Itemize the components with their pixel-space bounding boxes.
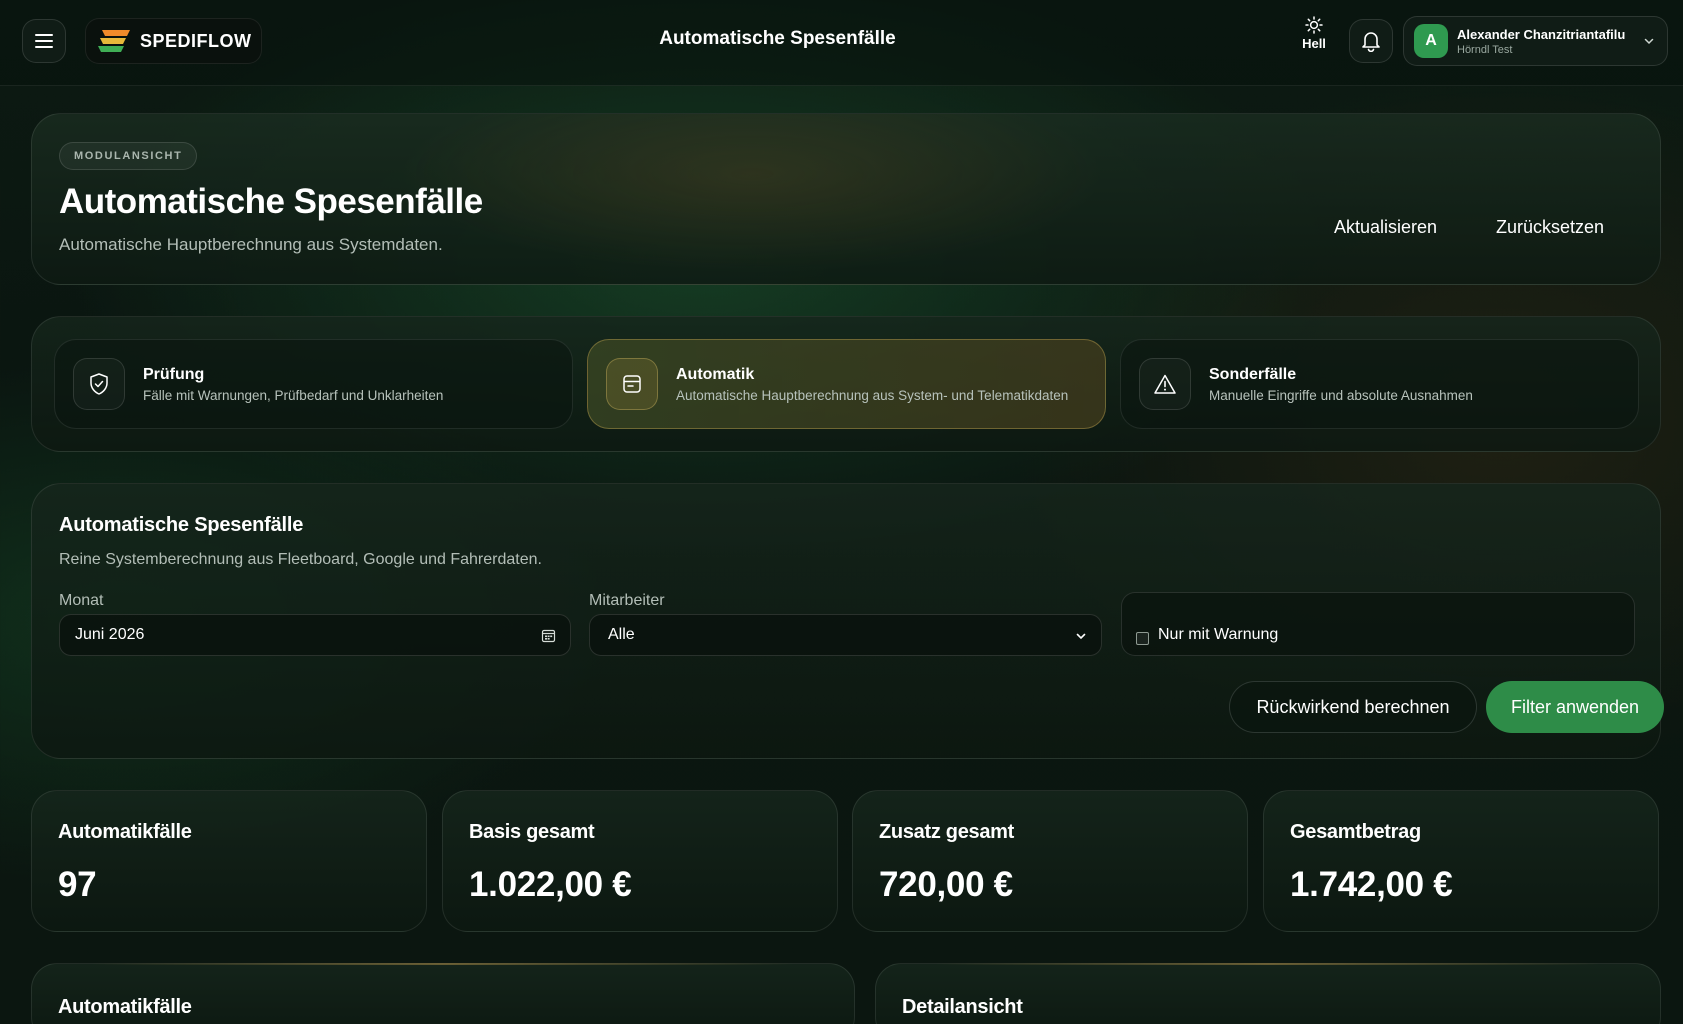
employee-label: Mitarbeiter <box>589 592 665 609</box>
case-list-title: Automatikfälle <box>58 996 192 1018</box>
theme-toggle[interactable]: Hell <box>1296 16 1332 64</box>
tab-text: Automatik Automatische Hauptberechnung a… <box>676 366 1068 403</box>
tab-description: Manuelle Eingriffe und absolute Ausnahme… <box>1209 387 1473 403</box>
tab-text: Prüfung Fälle mit Warnungen, Prüfbedarf … <box>143 366 443 403</box>
filter-panel-subtitle: Reine Systemberechnung aus Fleetboard, G… <box>59 551 542 568</box>
case-list-panel: Automatikfälle <box>31 963 855 1024</box>
page-subtitle: Automatische Hauptberechnung aus Systemd… <box>59 235 443 254</box>
shield-check-icon <box>90 373 108 395</box>
warning-triangle-icon <box>1154 374 1176 394</box>
tab-description: Fälle mit Warnungen, Prüfbedarf und Unkl… <box>143 387 444 403</box>
tab-pruefung[interactable]: Prüfung Fälle mit Warnungen, Prüfbedarf … <box>54 339 573 429</box>
tab-title: Sonderfälle <box>1209 365 1297 383</box>
tab-icon-wrap <box>606 358 658 410</box>
employee-value: Alle <box>608 626 635 643</box>
warning-filter[interactable]: Nur mit Warnung <box>1121 592 1635 656</box>
filter-panel: Automatische Spesenfälle Reine Systember… <box>31 483 1664 759</box>
stat-value: 1.742,00 € <box>1290 865 1453 904</box>
employee-select[interactable]: Alle <box>589 614 1102 656</box>
month-label: Monat <box>59 592 104 609</box>
stat-card-gesamtbetrag: Gesamtbetrag 1.742,00 € <box>1263 790 1659 932</box>
tab-icon-wrap <box>1139 358 1191 410</box>
sun-icon <box>1305 16 1323 34</box>
page-title: Automatische Spesenfälle <box>59 182 483 221</box>
stat-card-basis-gesamt: Basis gesamt 1.022,00 € <box>442 790 838 932</box>
stat-label: Automatikfälle <box>58 821 192 843</box>
stat-value: 720,00 € <box>879 865 1013 904</box>
refresh-button[interactable]: Aktualisieren <box>1334 217 1437 238</box>
tab-description: Automatische Hauptberechnung aus System-… <box>676 387 1069 403</box>
stat-label: Basis gesamt <box>469 821 595 843</box>
calendar-icon[interactable] <box>541 628 556 643</box>
theme-label: Hell <box>1302 36 1326 51</box>
warning-only-checkbox[interactable] <box>1136 632 1149 645</box>
warning-only-label: Nur mit Warnung <box>1158 626 1279 643</box>
stat-value: 97 <box>58 865 97 904</box>
bell-icon <box>1362 32 1380 52</box>
tab-icon-wrap <box>73 358 125 410</box>
recalculate-button[interactable]: Rückwirkend berechnen <box>1229 681 1477 733</box>
tab-automatik[interactable]: Automatik Automatische Hauptberechnung a… <box>587 339 1106 429</box>
month-value: Juni 2026 <box>75 626 145 643</box>
avatar: A <box>1414 24 1448 58</box>
stat-label: Gesamtbetrag <box>1290 821 1421 843</box>
user-company: Hörndl Test <box>1457 43 1513 56</box>
tab-sonderfaelle[interactable]: Sonderfälle Manuelle Eingriffe und absol… <box>1120 339 1639 429</box>
module-tabs: Prüfung Fälle mit Warnungen, Prüfbedarf … <box>31 316 1661 452</box>
tab-title: Prüfung <box>143 365 205 383</box>
apply-filter-button[interactable]: Filter anwenden <box>1486 681 1664 733</box>
month-picker[interactable]: Juni 2026 <box>59 614 571 656</box>
stat-card-automatikfaelle: Automatikfälle 97 <box>31 790 427 932</box>
module-badge: MODULANSICHT <box>59 142 198 170</box>
stat-label: Zusatz gesamt <box>879 821 1015 843</box>
stat-card-zusatz-gesamt: Zusatz gesamt 720,00 € <box>852 790 1248 932</box>
user-name: Alexander Chanzitriantafilu <box>1457 26 1626 42</box>
tab-title: Automatik <box>676 365 755 383</box>
user-menu[interactable]: A Alexander Chanzitriantafilu Hörndl Tes… <box>1403 16 1668 66</box>
detail-panel: Detailansicht <box>875 963 1661 1024</box>
module-hero: MODULANSICHT Automatische Spesenfälle Au… <box>31 113 1661 285</box>
chevron-down-icon <box>1644 38 1654 45</box>
top-bar: SPEDIFLOW Automatische Spesenfälle Hell … <box>0 0 1683 86</box>
chevron-down-icon <box>1076 633 1086 640</box>
tab-text: Sonderfälle Manuelle Eingriffe und absol… <box>1209 366 1473 403</box>
automation-box-icon <box>623 375 641 393</box>
user-info: Alexander Chanzitriantafilu Hörndl Test <box>1457 27 1647 56</box>
stat-value: 1.022,00 € <box>469 865 632 904</box>
filter-panel-title: Automatische Spesenfälle <box>59 514 304 536</box>
notifications-button[interactable] <box>1349 19 1393 63</box>
detail-title: Detailansicht <box>902 996 1023 1018</box>
reset-button[interactable]: Zurücksetzen <box>1496 217 1604 238</box>
